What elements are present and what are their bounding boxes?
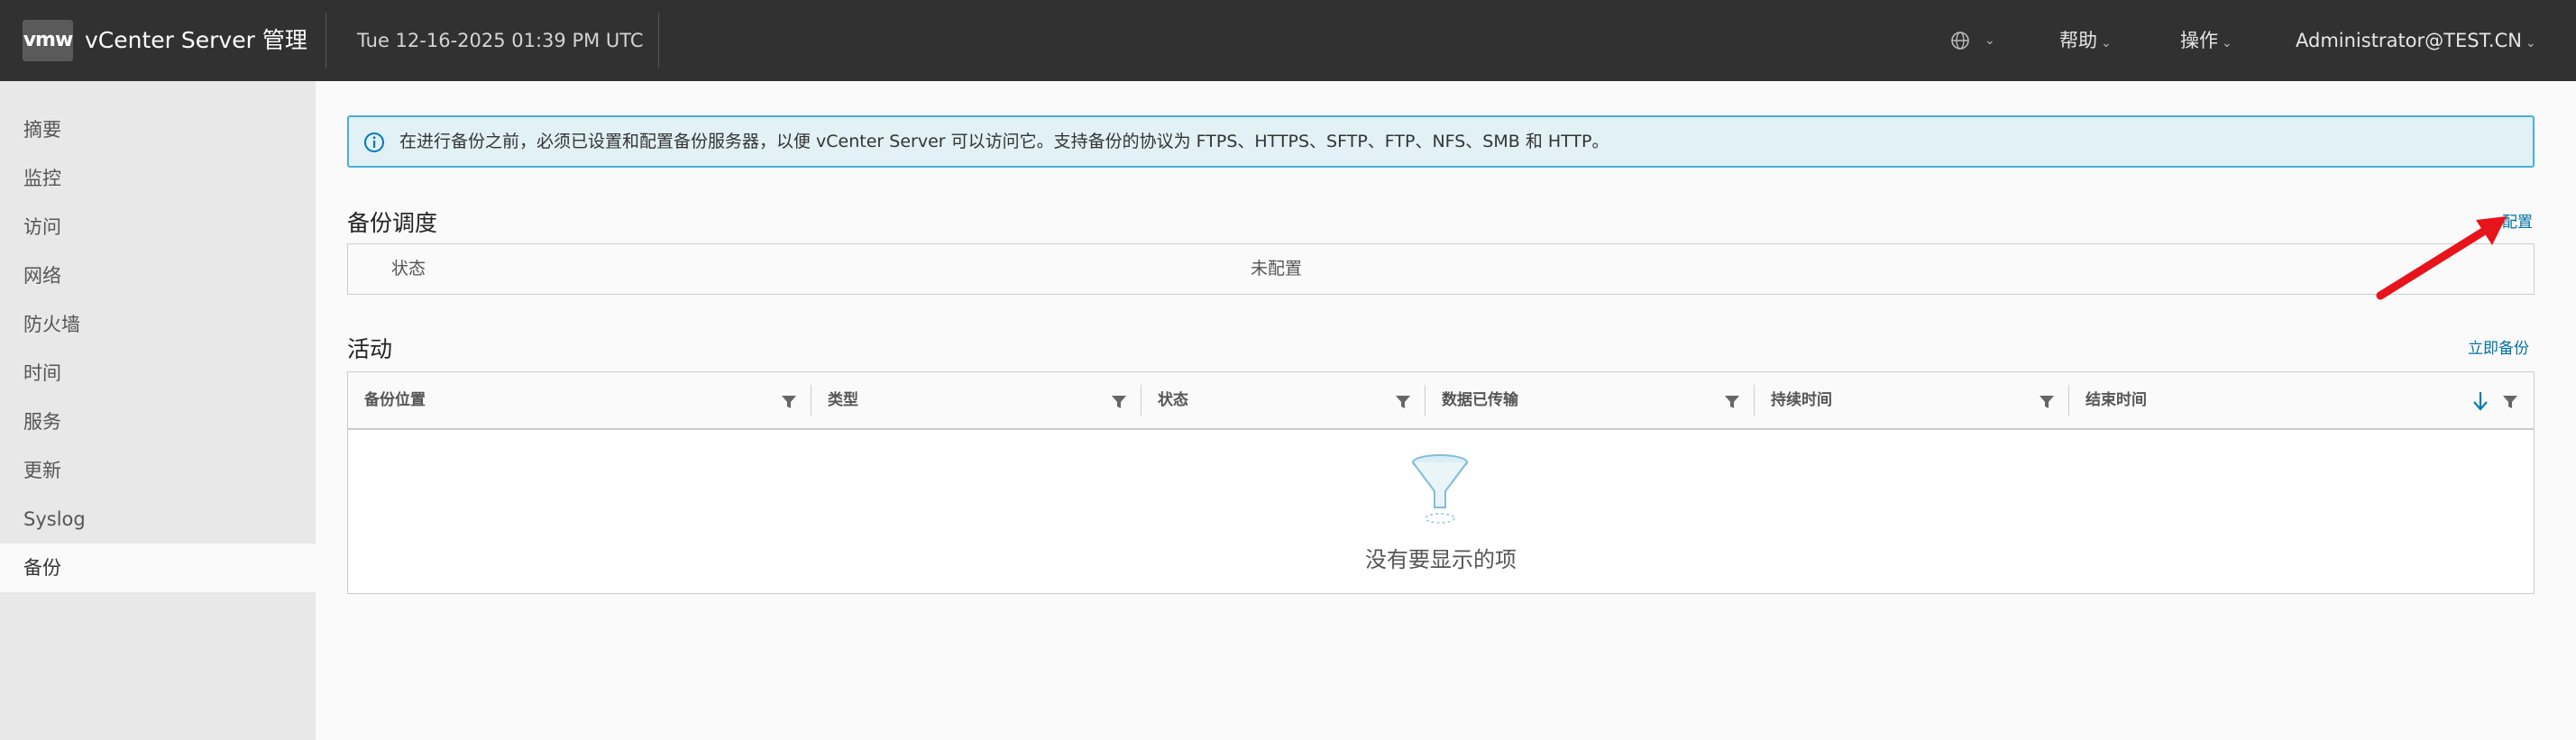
column-header-status[interactable]: 状态: [1141, 372, 1426, 428]
column-label: 数据已传输: [1442, 391, 1518, 409]
filter-icon[interactable]: [1111, 394, 1127, 410]
schedule-status-panel: 状态 未配置: [347, 243, 2535, 295]
column-label: 备份位置: [364, 391, 426, 409]
filter-icon[interactable]: [781, 394, 797, 410]
app-title: vCenter Server 管理: [85, 27, 307, 53]
filter-icon[interactable]: [1724, 394, 1740, 410]
header-divider: [658, 13, 659, 69]
schedule-status-value: 未配置: [1251, 259, 1303, 279]
alert-message: 在进行备份之前，必须已设置和配置备份服务器，以便 vCenter Server …: [399, 132, 1609, 151]
chevron-down-icon: ⌄: [2222, 36, 2232, 50]
actions-menu[interactable]: 操作 ⌄: [2180, 0, 2232, 84]
vmware-logo: vmw: [23, 20, 73, 61]
sidebar-item-networking[interactable]: 网络: [0, 251, 316, 300]
column-header-location[interactable]: 备份位置: [348, 372, 811, 428]
column-header-duration[interactable]: 持续时间: [1755, 372, 2069, 428]
sort-descending-icon[interactable]: [2471, 390, 2489, 412]
column-header-type[interactable]: 类型: [811, 372, 1141, 428]
sidebar-item-time[interactable]: 时间: [0, 349, 316, 397]
column-label: 类型: [828, 391, 858, 409]
sidebar-item-services[interactable]: 服务: [0, 397, 316, 446]
info-icon: [364, 132, 384, 152]
sidebar-item-access[interactable]: 访问: [0, 203, 316, 251]
sidebar-item-backup[interactable]: 备份: [0, 544, 316, 592]
info-alert: 在进行备份之前，必须已设置和配置备份服务器，以便 vCenter Server …: [347, 115, 2535, 168]
sidebar-nav: 摘要 监控 访问 网络 防火墙 时间 服务 更新 Syslog 备份: [0, 81, 316, 740]
header-divider: [325, 13, 326, 69]
top-header: vmw vCenter Server 管理 Tue 12-16-2025 01:…: [0, 0, 2576, 81]
help-menu[interactable]: 帮助 ⌄: [2059, 0, 2112, 84]
empty-filter-icon: [1412, 454, 1468, 524]
datagrid-header: 备份位置 类型 状态 数据已传输 持续时间 结束时间: [348, 372, 2534, 430]
annotation-arrow: [2376, 216, 2507, 300]
schedule-status-label: 状态: [391, 259, 426, 279]
empty-state-message: 没有要显示的项: [1365, 547, 1517, 572]
chevron-down-icon: ⌄: [2101, 36, 2112, 50]
sidebar-item-firewall[interactable]: 防火墙: [0, 300, 316, 349]
globe-icon: [1951, 32, 1969, 50]
column-label: 结束时间: [2086, 391, 2147, 409]
chevron-down-icon: ⌄: [1985, 33, 1995, 48]
sidebar-item-update[interactable]: 更新: [0, 446, 316, 495]
column-header-end-time[interactable]: 结束时间: [2069, 372, 2534, 428]
activity-title: 活动: [347, 336, 393, 362]
actions-menu-label: 操作: [2180, 30, 2218, 51]
user-menu[interactable]: Administrator@TEST.CN ⌄: [2296, 0, 2536, 84]
filter-icon[interactable]: [2502, 394, 2518, 410]
filter-icon[interactable]: [2039, 394, 2055, 410]
sidebar-item-syslog[interactable]: Syslog: [0, 495, 316, 544]
column-label: 状态: [1158, 391, 1188, 409]
help-menu-label: 帮助: [2059, 30, 2097, 51]
header-datetime: Tue 12-16-2025 01:39 PM UTC: [357, 30, 644, 51]
activity-datagrid: 备份位置 类型 状态 数据已传输 持续时间 结束时间 没有要显示的项: [347, 371, 2535, 594]
column-label: 持续时间: [1771, 391, 1832, 409]
column-header-data-transferred[interactable]: 数据已传输: [1426, 372, 1755, 428]
backup-now-link[interactable]: 立即备份: [2468, 335, 2529, 358]
filter-icon[interactable]: [1395, 394, 1411, 410]
sidebar-item-monitor[interactable]: 监控: [0, 154, 316, 203]
chevron-down-icon: ⌄: [2525, 36, 2536, 50]
sidebar-item-summary[interactable]: 摘要: [0, 105, 316, 154]
user-menu-label: Administrator@TEST.CN: [2296, 30, 2522, 51]
backup-schedule-title: 备份调度: [347, 210, 438, 236]
